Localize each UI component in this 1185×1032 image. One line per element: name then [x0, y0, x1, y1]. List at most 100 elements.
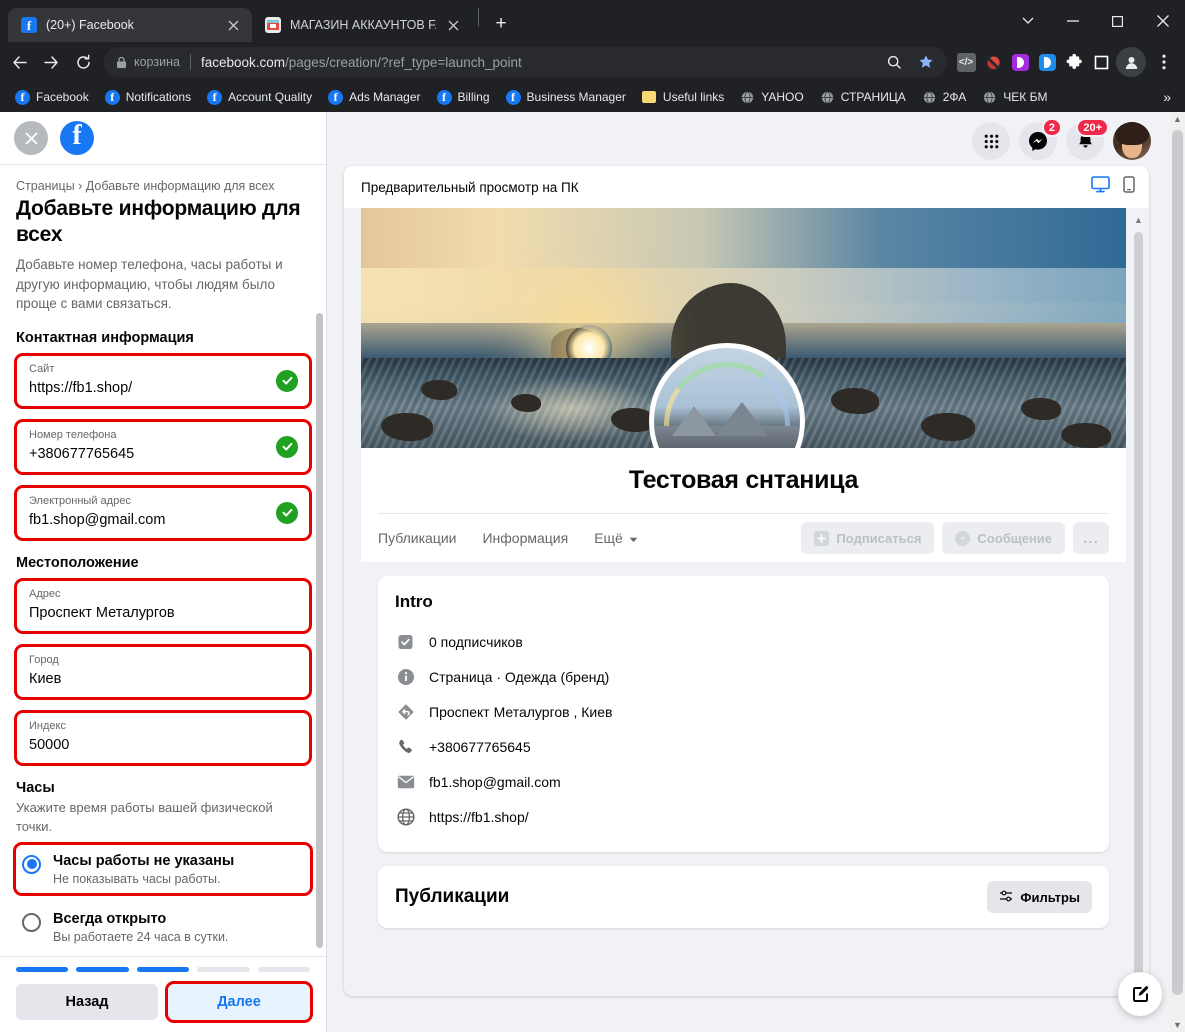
email-field[interactable]: Электронный адрес fb1.shop@gmail.com — [14, 484, 312, 541]
minimize-icon[interactable] — [1050, 0, 1095, 42]
red-shield-icon[interactable] — [981, 50, 1005, 74]
tab-more[interactable]: Ещё — [594, 530, 638, 546]
valid-check-icon — [276, 501, 298, 524]
address-bar[interactable]: корзина facebook.com/pages/creation/?ref… — [104, 47, 947, 77]
hours-option-unspecified[interactable]: Часы работы не указаны Не показывать час… — [13, 841, 313, 896]
bookmark-label: Business Manager — [526, 90, 626, 104]
page-name: Тестовая снтаница — [628, 466, 859, 494]
blue-extension-icon[interactable] — [1035, 50, 1059, 74]
close-icon[interactable] — [14, 121, 48, 155]
avatar[interactable] — [1113, 122, 1151, 160]
bookmark-notifications[interactable]: f Notifications — [98, 87, 198, 108]
website-field[interactable]: Сайт https://fb1.shop/ — [14, 352, 312, 409]
new-tab-button[interactable]: + — [487, 10, 515, 38]
bookmark-billing[interactable]: f Billing — [430, 87, 497, 108]
maximize-icon[interactable] — [1095, 0, 1140, 42]
bookmark-chek-bm[interactable]: ЧЕК БМ — [975, 87, 1054, 108]
field-value: 50000 — [29, 736, 70, 753]
bookmark-label: YAHOO — [761, 90, 804, 104]
facebook-icon[interactable]: f — [60, 121, 94, 155]
facebook-page-preview: Тестовая снтаница Публикации Информация … — [361, 208, 1126, 928]
hours-option-always-open[interactable]: Всегда открыто Вы работаете 24 часа в су… — [16, 903, 310, 951]
edit-pencil-icon[interactable] — [1118, 972, 1162, 1016]
radio-icon[interactable] — [22, 854, 41, 874]
bookmark-ads-manager[interactable]: f Ads Manager — [321, 87, 427, 108]
message-button[interactable]: Сообщение — [942, 522, 1065, 554]
close-window-icon[interactable] — [1140, 0, 1185, 42]
tab-search-chevron-icon[interactable] — [1005, 0, 1050, 42]
apps-grid-icon[interactable] — [972, 122, 1010, 160]
city-field[interactable]: Город Киев — [14, 643, 312, 700]
tab-label: Ещё — [594, 530, 623, 546]
preview-header: Предварительный просмотр на ПК — [344, 166, 1149, 208]
puzzle-icon[interactable] — [1062, 50, 1086, 74]
button-label: Подписаться — [836, 530, 922, 546]
chevron-down-icon — [629, 530, 638, 546]
intro-title: Intro — [395, 592, 433, 611]
more-options-button[interactable]: ... — [1073, 522, 1109, 554]
scrollbar-thumb[interactable] — [1172, 130, 1183, 995]
code-icon[interactable]: </> — [954, 50, 978, 74]
intro-row-email: fb1.shop@gmail.com — [395, 764, 1092, 799]
bookmark-yahoo[interactable]: YAHOO — [733, 87, 810, 108]
phone-field[interactable]: Номер телефона +380677765645 — [14, 418, 312, 475]
bookmark-business-manager[interactable]: f Business Manager — [499, 87, 633, 108]
option-title: Часы работы не указаны — [53, 852, 235, 869]
bookmarks-overflow-button[interactable]: » — [1157, 87, 1177, 107]
page-subtitle: Добавьте номер телефона, часы работы и д… — [16, 257, 283, 312]
progress-segment — [136, 967, 190, 972]
bookmark-account-quality[interactable]: f Account Quality — [200, 87, 319, 108]
scroll-up-arrow-icon[interactable]: ▲ — [1133, 215, 1144, 225]
desktop-icon[interactable] — [1091, 176, 1110, 198]
wizard-scrollbar[interactable] — [316, 313, 323, 948]
mobile-icon[interactable] — [1123, 176, 1135, 198]
preview-scrollbar[interactable]: ▲ — [1133, 214, 1144, 984]
messenger-icon[interactable]: 2 — [1019, 118, 1062, 160]
next-button[interactable]: Далее — [165, 981, 313, 1023]
tab-label: Информация — [482, 530, 569, 546]
back-button[interactable]: Назад — [16, 984, 158, 1020]
hours-option-text: Часы работы не указаны Не показывать час… — [53, 852, 234, 886]
bookmark-stranitsa[interactable]: СТРАНИЦА — [813, 87, 913, 108]
scroll-down-arrow-icon[interactable]: ▼ — [1170, 1020, 1185, 1030]
follow-button[interactable]: Подписаться — [801, 522, 935, 554]
facebook-icon: f — [21, 17, 37, 33]
browser-tab-shop[interactable]: МАГАЗИН АККАУНТОВ FACEBOO — [252, 8, 472, 42]
back-arrow-icon[interactable] — [4, 47, 34, 77]
bookmark-star-icon[interactable] — [911, 47, 941, 77]
field-label: Индекс — [29, 719, 66, 732]
bookmark-2fa[interactable]: 2ФА — [915, 87, 974, 108]
posts-title: Публикации — [395, 886, 510, 907]
url-path: /pages/creation/?ref_type=launch_point — [285, 54, 522, 70]
menu-icon[interactable] — [1149, 47, 1179, 77]
cover-photo[interactable] — [361, 208, 1126, 448]
bell-icon[interactable]: 20+ — [1066, 118, 1109, 160]
close-icon[interactable] — [445, 17, 462, 34]
bookmark-facebook[interactable]: f Facebook — [8, 87, 96, 108]
address-field[interactable]: Адрес Проспект Металургов — [14, 577, 312, 634]
browser-page-scrollbar[interactable]: ▲ ▼ — [1170, 112, 1185, 1032]
page-content: f Страницы › Добавьте информацию для все… — [0, 112, 1185, 1032]
zip-field[interactable]: Индекс 50000 — [14, 709, 312, 766]
progress-segment — [16, 967, 69, 972]
intro-row-phone: +380677765645 — [395, 729, 1092, 764]
radio-icon[interactable] — [22, 912, 41, 932]
scroll-up-arrow-icon[interactable]: ▲ — [1170, 114, 1185, 124]
bookmark-folder-useful-links[interactable]: Useful links — [635, 87, 731, 108]
preview-body: Тестовая снтаница Публикации Информация … — [344, 208, 1149, 996]
search-icon[interactable] — [879, 47, 909, 77]
tab-information[interactable]: Информация — [482, 530, 568, 546]
forward-arrow-icon[interactable] — [36, 47, 66, 77]
scrollbar-thumb[interactable] — [1134, 232, 1143, 977]
profile-icon[interactable] — [1116, 47, 1146, 77]
purple-extension-icon[interactable] — [1008, 50, 1032, 74]
browser-tab-facebook[interactable]: f (20+) Facebook — [8, 8, 252, 42]
filters-button[interactable]: Фильтры — [987, 881, 1092, 913]
bookmark-label: Facebook — [36, 90, 89, 104]
tab-publications[interactable]: Публикации — [378, 530, 456, 546]
reload-icon[interactable] — [68, 47, 98, 77]
close-icon[interactable] — [225, 17, 242, 34]
square-extension-icon[interactable] — [1089, 50, 1113, 74]
site-info[interactable]: корзина — [116, 55, 180, 69]
tab-title: (20+) Facebook — [46, 18, 134, 32]
